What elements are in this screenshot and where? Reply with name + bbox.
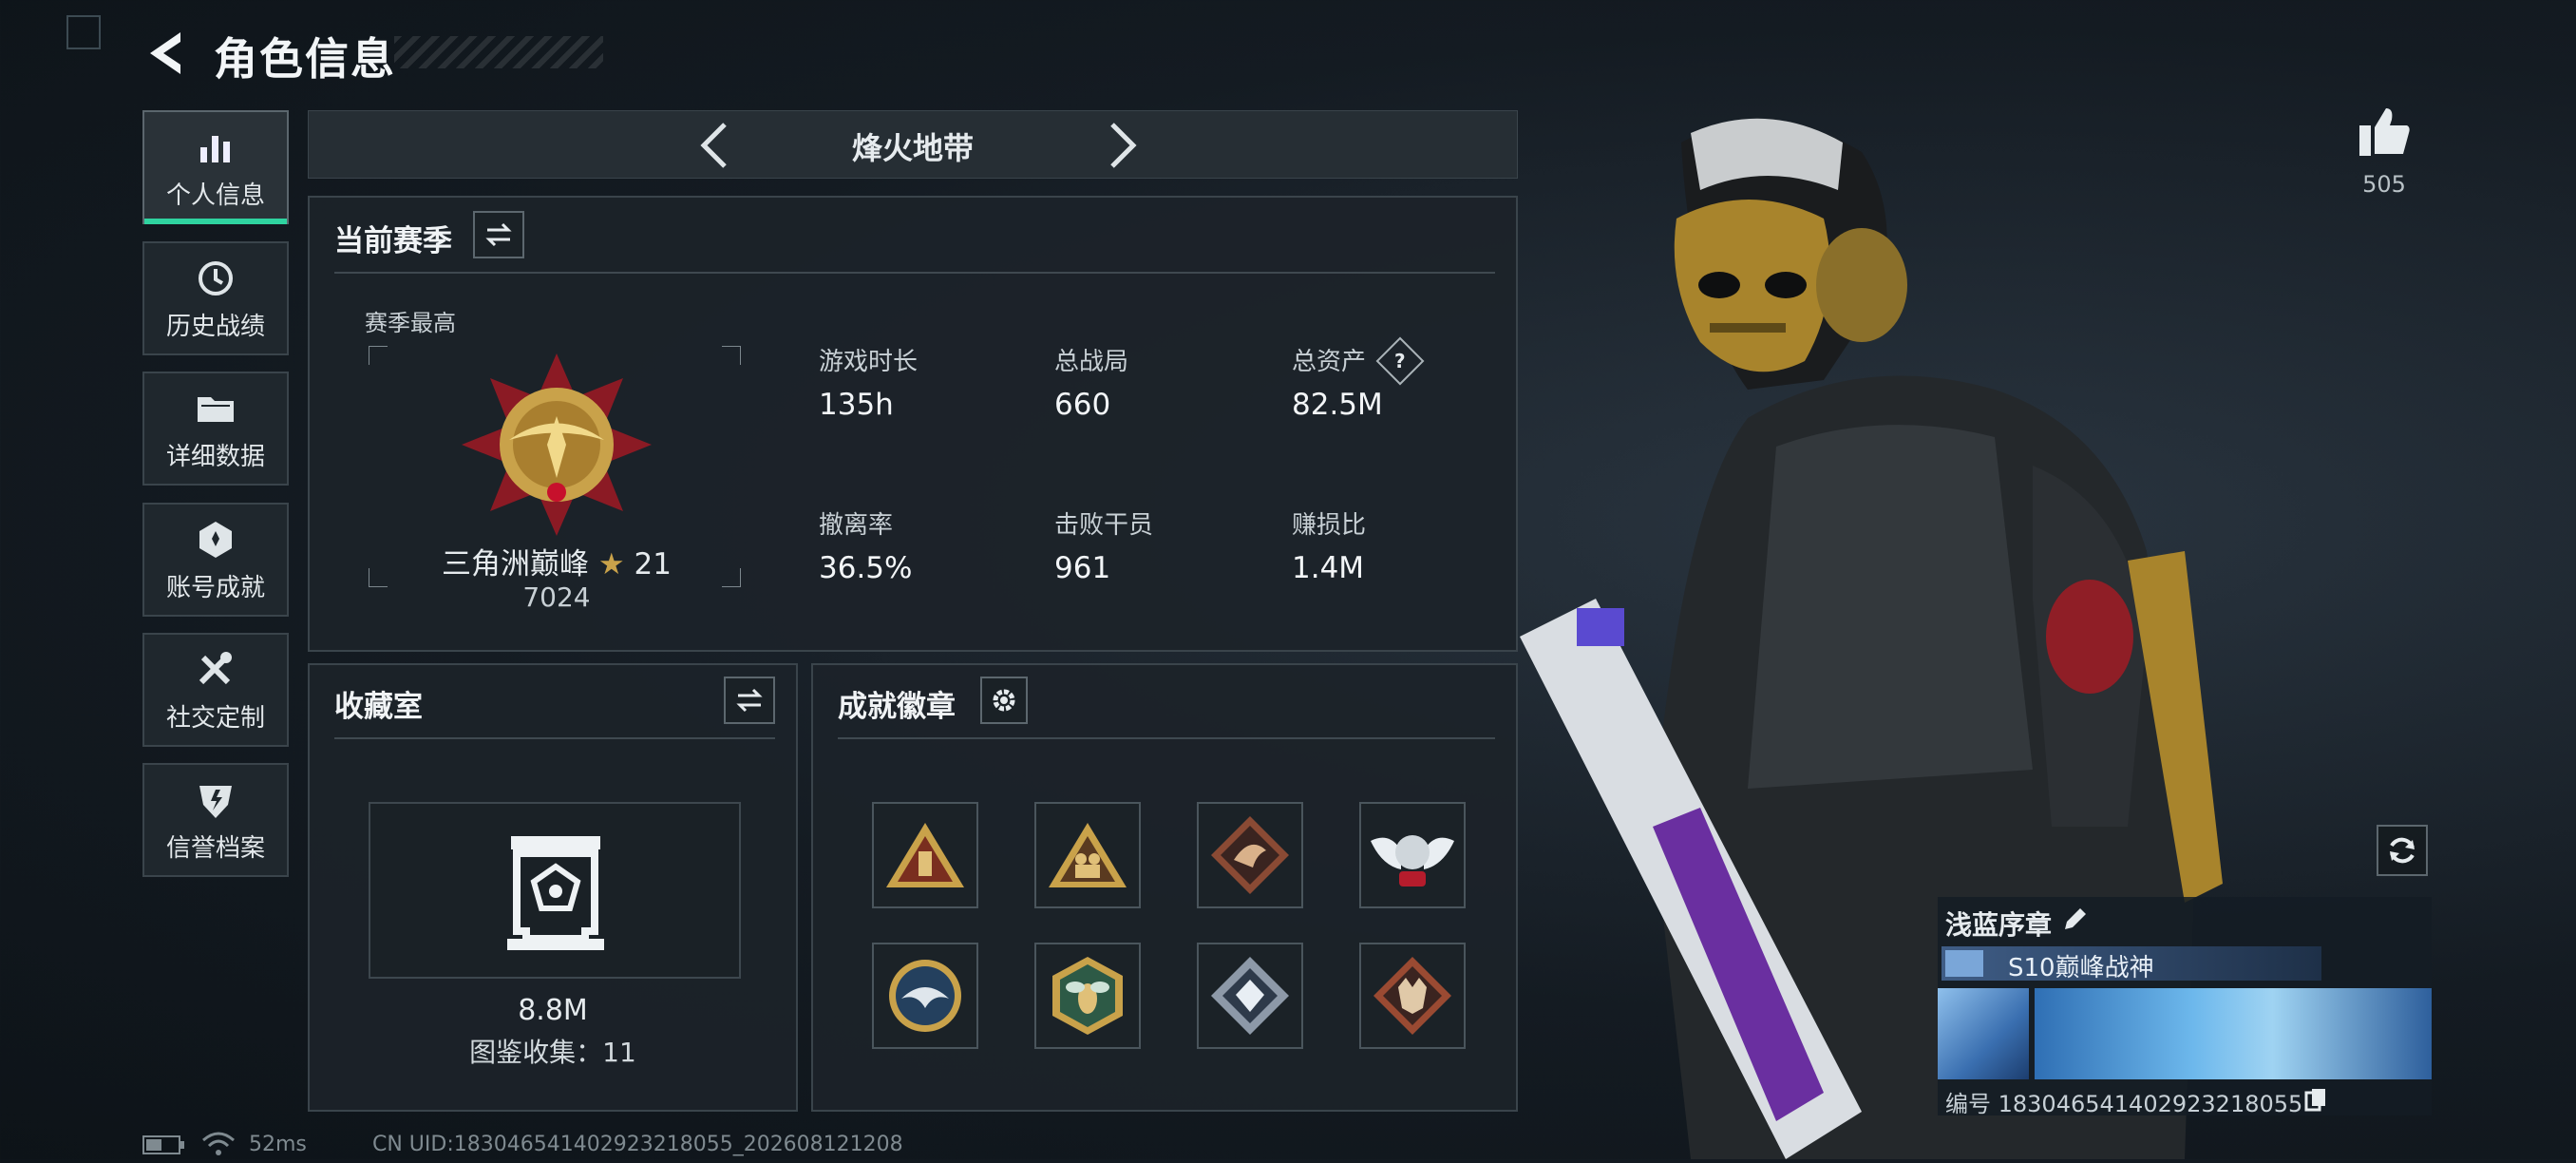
rank-emblem-icon [452,350,661,540]
triangle-soldiers-badge-icon [1049,823,1127,887]
stat-value: 82.5M [1292,388,1383,422]
catalog-count: 图鉴收集：11 [469,1037,636,1068]
achievement-badge[interactable] [872,802,978,908]
season-panel-title: 当前赛季 [334,224,452,258]
collection-panel: 收藏室 8.8M 图鉴收集：11 [308,663,798,1112]
stat-value: 135h [819,388,894,422]
dragon-diamond-badge-icon [1211,816,1289,894]
next-mode-arrow-icon[interactable] [1097,119,1145,172]
gem-diamond-badge-icon [1211,957,1289,1035]
collection-title: 收藏室 [334,690,423,724]
collection-swap-button[interactable] [724,677,775,724]
tab-credit-record[interactable]: 信誉档案 [142,763,289,877]
achievement-medal-icon [193,517,238,562]
stat-label: 总战局 [1054,348,1129,376]
mode-name: 烽火地带 [851,130,974,166]
achievement-badge[interactable] [1034,943,1141,1049]
swap-arrows-icon [736,688,763,713]
achievement-badge[interactable] [1359,802,1466,908]
refresh-button[interactable] [2377,825,2428,876]
refresh-icon [2390,837,2415,864]
stat-value: 36.5% [819,551,913,585]
tab-history[interactable]: 历史战绩 [142,241,289,355]
rank-points: 7024 [522,582,591,613]
achievements-settings-button[interactable] [980,677,1028,724]
triangle-tower-badge-icon [886,823,964,887]
tools-icon [193,647,238,693]
tab-label: 详细数据 [165,442,265,471]
stat-value: 660 [1054,388,1111,422]
page-title: 角色信息 [214,33,396,85]
rank-name: 三角洲巅峰 [442,547,590,582]
star-icon: ★ [597,547,625,582]
card-id: 编号 183046541402923218055 [1945,1091,2303,1117]
rank-name-row: 三角洲巅峰 ★ 21 [433,540,680,582]
gear-icon [993,689,1015,712]
season-divider [334,272,1495,274]
tab-label: 历史战绩 [165,312,265,341]
bar-chart-icon [193,124,238,170]
stat-label: 撤离率 [819,511,894,540]
player-card: 浅蓝序章 S10巅峰战神 编号 183046541402923218055 [1938,897,2432,1117]
stat-label: 总资产 [1292,348,1367,376]
card-portrait [1938,988,2029,1079]
ping-latency: 52ms [249,1133,307,1156]
tab-detail-data[interactable]: 详细数据 [142,372,289,486]
thumbs-up-icon[interactable] [2358,105,2413,162]
achievement-badge[interactable] [1034,802,1141,908]
card-banner [2035,988,2432,1079]
copy-icon[interactable] [2304,1087,2327,1115]
swap-arrows-icon [485,222,512,247]
corner-frame-decoration [66,15,101,49]
stat-value: 1.4M [1292,551,1365,585]
collection-divider [334,737,775,739]
tab-social-customize[interactable]: 社交定制 [142,633,289,747]
vault-icon [503,832,608,956]
like-count: 505 [2362,171,2406,198]
achievement-badge[interactable] [1359,943,1466,1049]
card-title: 浅蓝序章 [1945,909,2053,941]
achievements-panel: 成就徽章 [811,663,1518,1112]
season-best-label: 赛季最高 [365,310,456,336]
card-mini-avatar [1945,950,1983,977]
tab-label: 个人信息 [165,181,265,210]
mode-selector: 烽火地带 [308,110,1518,179]
history-clock-icon [193,256,238,301]
stat-label: 赚损比 [1292,511,1367,540]
stat-value: 961 [1054,551,1111,585]
achievements-divider [838,737,1495,739]
achievements-title: 成就徽章 [838,690,956,724]
rank-stars: 21 [634,547,672,582]
tab-label: 账号成就 [165,573,265,602]
stat-label: 游戏时长 [819,348,919,376]
collection-value: 8.8M [518,994,588,1027]
credit-shield-icon [193,777,238,823]
current-season-panel: 当前赛季 赛季最高 三角洲巅峰 ★ 21 7024 游戏时长 135h 总战局 … [308,196,1518,652]
tab-account-achievements[interactable]: 账号成就 [142,503,289,617]
title-stripes-decoration [394,36,603,68]
card-subtitle: S10巅峰战神 [2008,954,2154,982]
card-subtitle-bar: S10巅峰战神 [1941,946,2321,982]
season-swap-button[interactable] [473,211,524,258]
battery-icon [142,1134,186,1159]
winged-helmet-badge-icon [1371,835,1454,887]
back-arrow-icon[interactable] [142,29,186,78]
wolf-diamond-badge-icon [1373,957,1451,1035]
user-uid: CN UID:183046541402923218055_20260812120… [372,1133,903,1156]
achievement-badge[interactable] [872,943,978,1049]
tab-personal-info[interactable]: 个人信息 [142,110,289,224]
bee-hexagon-badge-icon [1052,957,1123,1035]
achievement-badge[interactable] [1197,943,1303,1049]
stat-label: 击败干员 [1054,511,1154,540]
tab-label: 社交定制 [165,703,265,733]
eagle-circle-badge-icon [889,960,961,1032]
achievement-badge[interactable] [1197,802,1303,908]
edit-pencil-icon[interactable] [2061,905,2090,937]
help-question-icon[interactable]: ? [1375,336,1425,386]
wifi-icon [201,1131,236,1161]
collection-preview[interactable] [369,802,741,979]
folder-icon [193,386,238,431]
tab-label: 信誉档案 [165,833,265,863]
